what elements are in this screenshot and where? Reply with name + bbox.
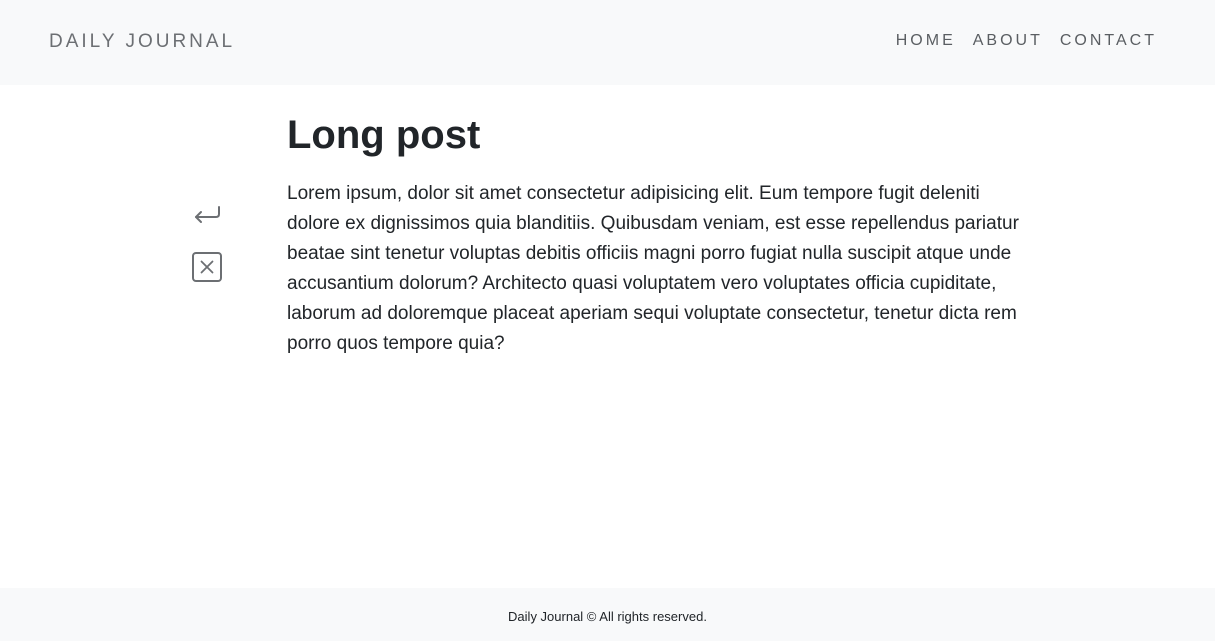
post-actions [190, 200, 224, 300]
post-content: Long post Lorem ipsum, dolor sit amet co… [287, 108, 1032, 359]
footer-copyright: Daily Journal © All rights reserved. [508, 609, 707, 624]
nav-link-home[interactable]: HOME [896, 32, 956, 50]
footer: Daily Journal © All rights reserved. [0, 588, 1215, 641]
close-box-icon [192, 252, 222, 282]
nav-links: HOME ABOUT CONTACT [896, 32, 1157, 50]
post-body: Lorem ipsum, dolor sit amet consectetur … [287, 183, 1019, 354]
brand-logo-link[interactable]: DAILY JOURNAL [49, 31, 235, 53]
nav-link-contact[interactable]: CONTACT [1060, 32, 1157, 50]
post-title: Long post [287, 113, 481, 157]
delete-button[interactable] [190, 250, 224, 284]
back-button[interactable] [190, 200, 224, 234]
navbar: DAILY JOURNAL HOME ABOUT CONTACT [0, 0, 1215, 85]
nav-link-about[interactable]: ABOUT [973, 32, 1043, 50]
return-arrow-icon [195, 206, 220, 223]
